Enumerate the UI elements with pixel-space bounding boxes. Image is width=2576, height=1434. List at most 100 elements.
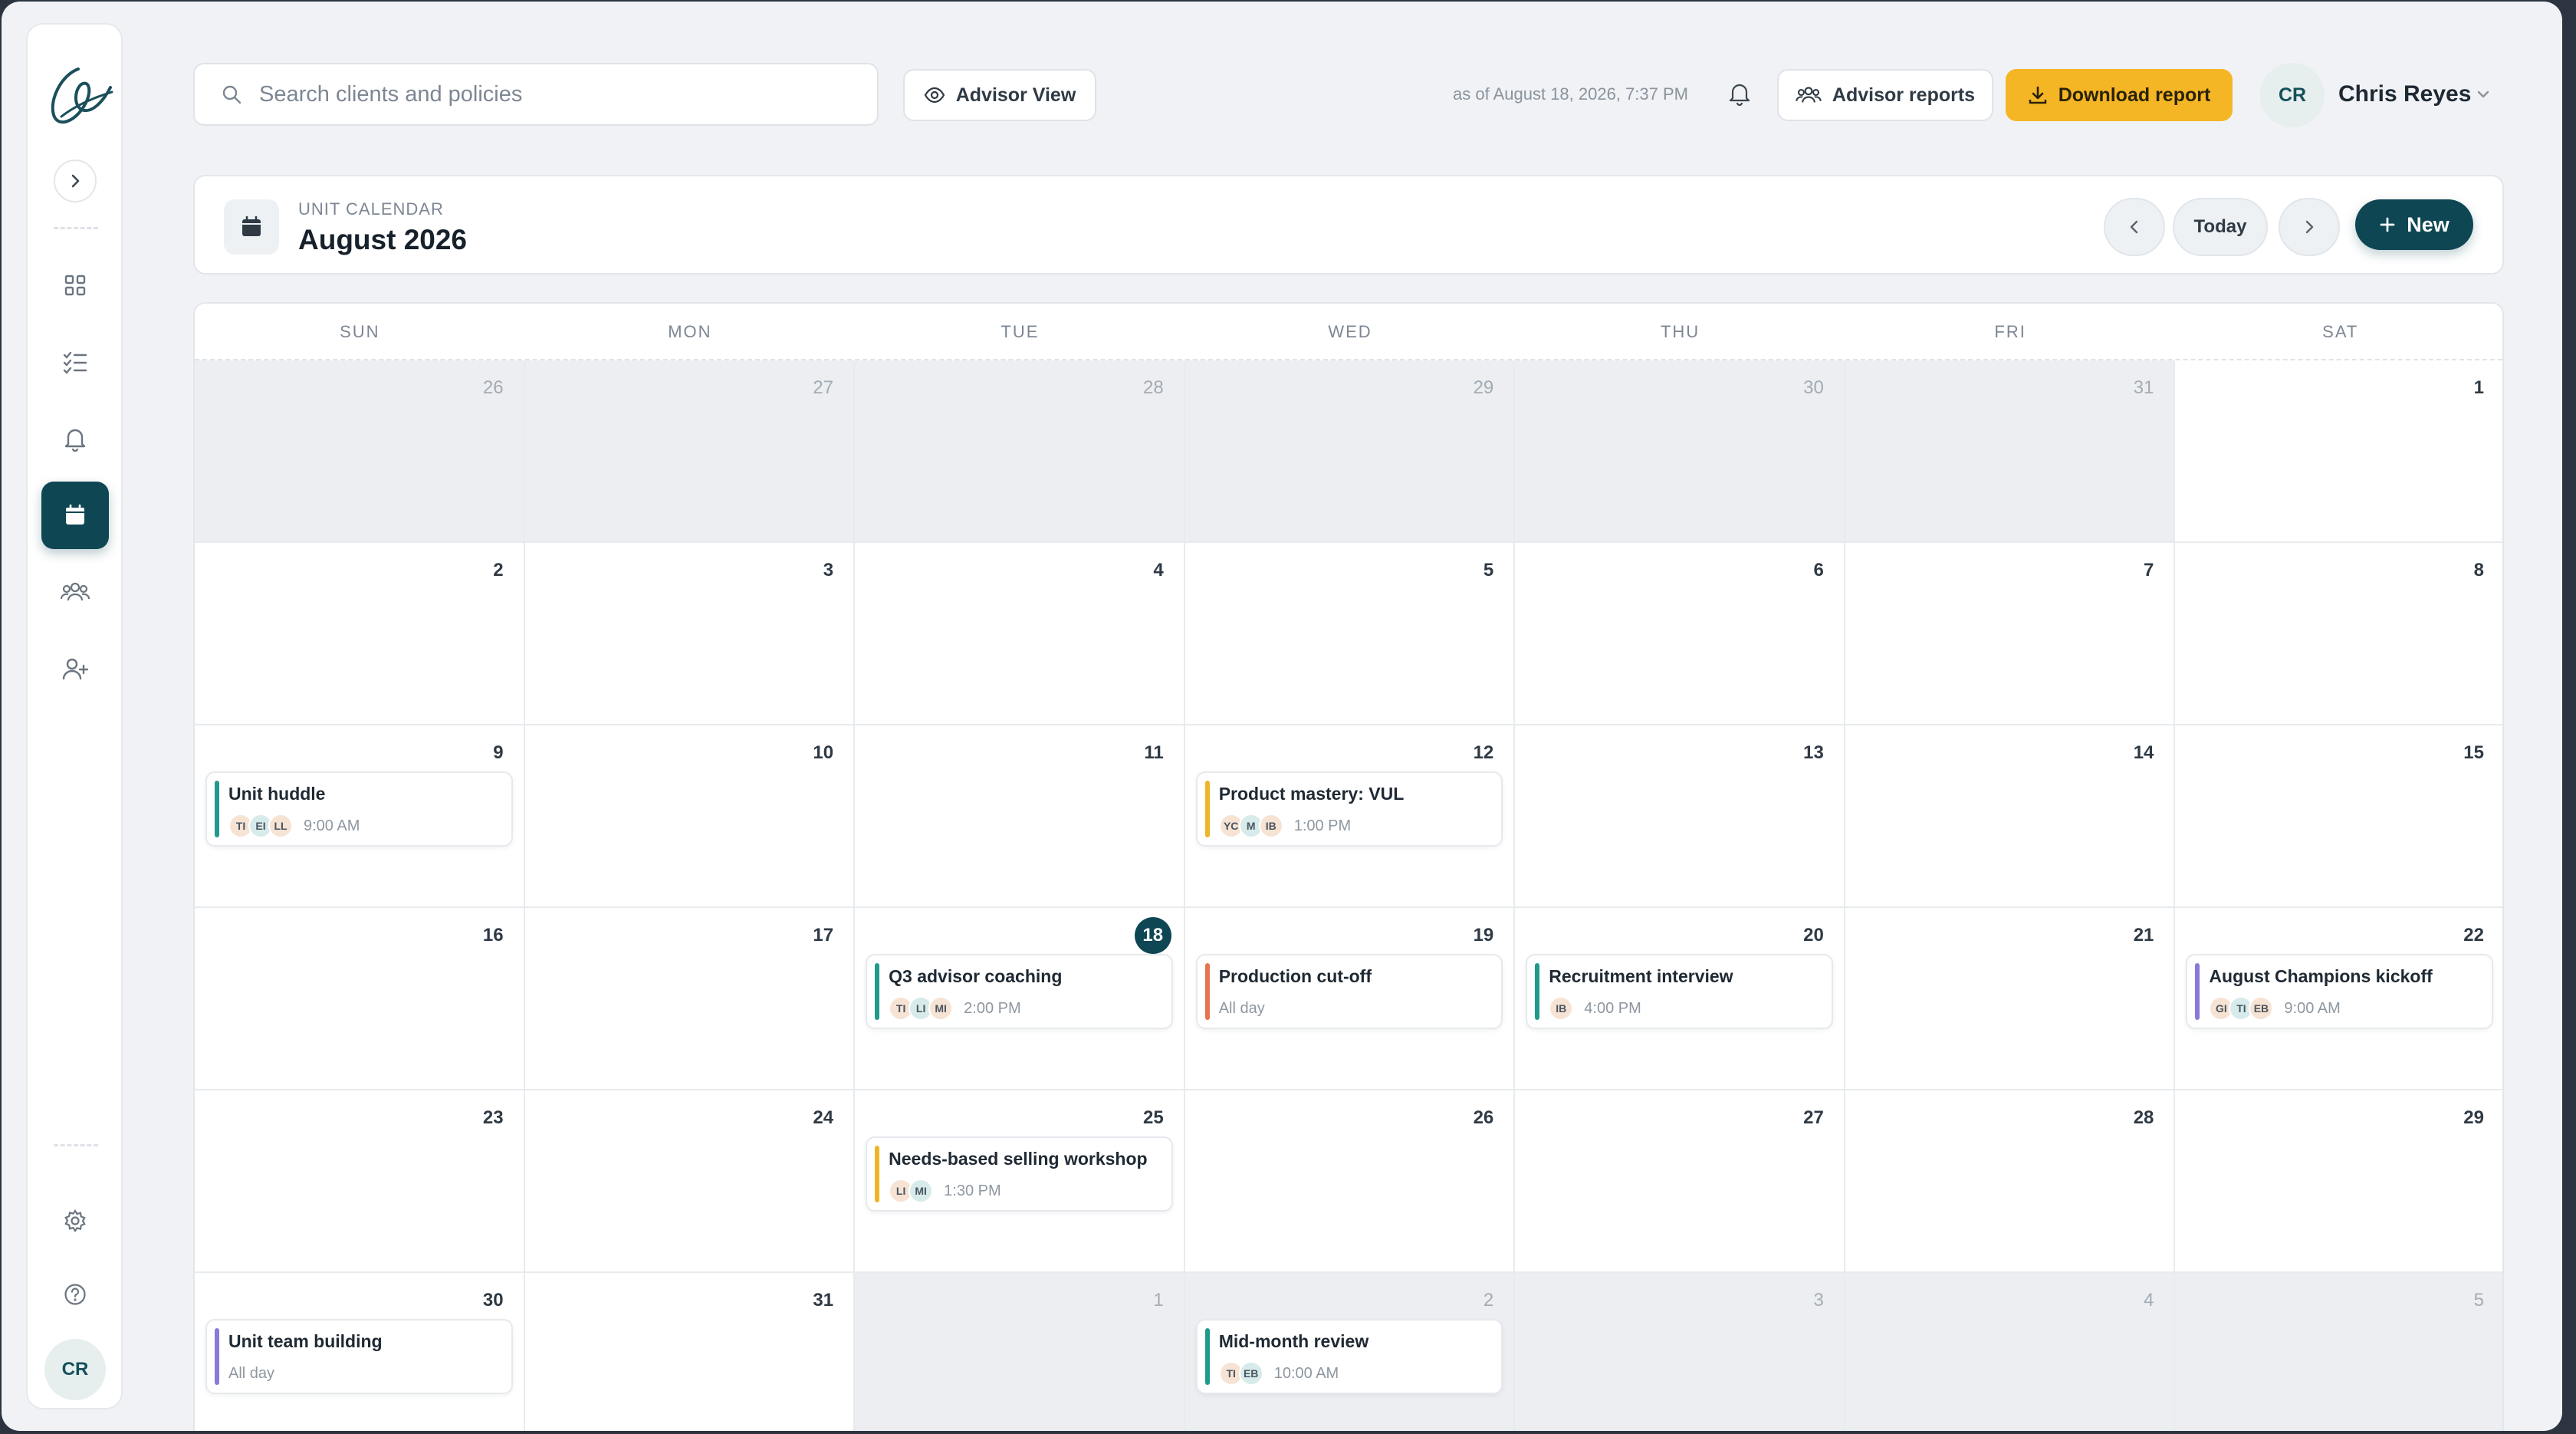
next-month-button[interactable] (2279, 198, 2340, 256)
day-cell[interactable]: 26 (1184, 1090, 1516, 1273)
day-cell[interactable]: 21 (1845, 908, 2176, 1090)
nav-settings[interactable] (41, 1187, 109, 1255)
day-cell[interactable]: 27 (1515, 1090, 1845, 1273)
advisor-view-button[interactable]: Advisor View (903, 69, 1096, 121)
bell-icon (1729, 84, 1750, 107)
date-number: 25 (1143, 1107, 1164, 1128)
day-cell[interactable]: 22 August Champions kickoff GI TI EB 9:00 AM (2175, 908, 2502, 1090)
day-cell[interactable]: 2 Mid-month review TI EB 10:00 AM (1184, 1273, 1516, 1431)
nav-help[interactable] (41, 1261, 109, 1328)
day-cell[interactable]: 14 (1845, 725, 2176, 908)
day-cell[interactable]: 3 (1515, 1273, 1845, 1431)
event-color-bar (2195, 963, 2200, 1020)
day-cell[interactable]: 31 (1845, 360, 2176, 543)
day-cell[interactable]: 12 Product mastery: VUL YC M IB 1:00 PM (1184, 725, 1516, 908)
day-cell[interactable]: 8 (2175, 543, 2502, 725)
notifications-button[interactable] (1728, 81, 1751, 110)
event-card[interactable]: Production cut-off All day (1195, 954, 1503, 1029)
bell-icon (64, 429, 86, 452)
help-icon (64, 1284, 86, 1305)
nav-add-advisor[interactable] (41, 635, 109, 702)
event-card[interactable]: Recruitment interview IB 4:00 PM (1526, 954, 1833, 1029)
day-cell[interactable]: 27 (524, 360, 856, 543)
attendee-avatar: EB (2249, 996, 2274, 1021)
previous-month-button[interactable] (2104, 198, 2165, 256)
event-card[interactable]: Unit huddle TI EI LL 9:00 AM (205, 771, 513, 847)
day-cell[interactable]: 18 Q3 advisor coaching TI LI MI 2:00 PM (855, 908, 1185, 1090)
day-cell[interactable]: 4 (1845, 1273, 2176, 1431)
nav-calendar[interactable] (41, 482, 109, 549)
event-card[interactable]: Unit team building All day (205, 1319, 513, 1394)
user-name[interactable]: Chris Reyes (2338, 81, 2471, 107)
day-cell[interactable]: 10 (524, 725, 856, 908)
date-number: 1 (2473, 377, 2484, 398)
nav-team[interactable] (41, 558, 109, 626)
sidebar-expand-button[interactable] (54, 160, 97, 202)
search-icon (222, 85, 242, 104)
day-cell[interactable]: 17 (524, 908, 856, 1090)
download-report-button[interactable]: Download report (2006, 69, 2233, 121)
app-window: CR Advisor View as of August 18, 2026, 7… (2, 2, 2562, 1431)
today-button[interactable]: Today (2173, 198, 2268, 256)
event-card[interactable]: Product mastery: VUL YC M IB 1:00 PM (1195, 771, 1503, 847)
as-of-timestamp: as of August 18, 2026, 7:37 PM (1453, 84, 1688, 104)
day-cell[interactable]: 30 Unit team building All day (195, 1273, 525, 1431)
event-card[interactable]: Mid-month review TI EB 10:00 AM (1195, 1319, 1503, 1394)
day-cell[interactable]: 30 (1515, 360, 1845, 543)
nav-dashboard[interactable] (41, 252, 109, 319)
event-card[interactable]: Needs-based selling workshop LI MI 1:30 PM (866, 1136, 1173, 1212)
event-meta: YC M IB 1:00 PM (1218, 813, 1352, 839)
date-number: 23 (482, 1107, 504, 1128)
brand-logo[interactable] (38, 52, 113, 136)
event-time: 1:00 PM (1293, 817, 1352, 834)
user-menu-toggle[interactable] (2475, 86, 2492, 107)
day-cell[interactable]: 26 (195, 360, 525, 543)
advisor-reports-button[interactable]: Advisor reports (1777, 69, 1993, 121)
user-avatar[interactable]: CR (44, 1339, 106, 1400)
day-cell[interactable]: 15 (2175, 725, 2502, 908)
date-number: 15 (2463, 742, 2484, 763)
nav-notifications[interactable] (41, 405, 109, 472)
day-cell[interactable]: 11 (855, 725, 1185, 908)
attendee-avatar: EB (1238, 1361, 1263, 1386)
event-time: 9:00 AM (304, 817, 360, 834)
day-cell[interactable]: 7 (1845, 543, 2176, 725)
event-card[interactable]: August Champions kickoff GI TI EB 9:00 AM (2186, 954, 2493, 1029)
day-cell[interactable]: 23 (195, 1090, 525, 1273)
day-cell[interactable]: 1 (2175, 360, 2502, 543)
day-cell[interactable]: 5 (2175, 1273, 2502, 1431)
search-input[interactable] (259, 81, 842, 107)
day-cell[interactable]: 20 Recruitment interview IB 4:00 PM (1515, 908, 1845, 1090)
date-number: 28 (1143, 377, 1164, 398)
event-title: August Champions kickoff (2209, 966, 2433, 986)
day-cell[interactable]: 3 (524, 543, 856, 725)
day-cell[interactable]: 9 Unit huddle TI EI LL 9:00 AM (195, 725, 525, 908)
day-cell[interactable]: 19 Production cut-off All day (1184, 908, 1516, 1090)
day-cell[interactable]: 24 (524, 1090, 856, 1273)
new-event-button[interactable]: New (2355, 199, 2473, 250)
day-cell[interactable]: 2 (195, 543, 525, 725)
search-box[interactable] (193, 63, 879, 126)
day-cell[interactable]: 6 (1515, 543, 1845, 725)
day-cell[interactable]: 16 (195, 908, 525, 1090)
day-cell[interactable]: 4 (855, 543, 1185, 725)
calendar-icon (66, 504, 84, 525)
date-number: 7 (2144, 560, 2154, 581)
day-cell[interactable]: 1 (855, 1273, 1185, 1431)
day-cell[interactable]: 29 (2175, 1090, 2502, 1273)
date-number: 21 (2133, 925, 2154, 946)
day-cell[interactable]: 28 (1845, 1090, 2176, 1273)
day-cell[interactable]: 5 (1184, 543, 1516, 725)
chevron-right-icon (71, 174, 80, 188)
date-number: 24 (813, 1107, 834, 1128)
day-cell[interactable]: 25 Needs-based selling workshop LI MI 1:30 P… (855, 1090, 1185, 1273)
day-cell[interactable]: 31 (524, 1273, 856, 1431)
day-cell[interactable]: 28 (855, 360, 1185, 543)
download-report-label: Download report (2058, 84, 2211, 106)
download-icon (2029, 86, 2046, 104)
day-cell[interactable]: 13 (1515, 725, 1845, 908)
day-cell[interactable]: 29 (1184, 360, 1516, 543)
user-avatar[interactable]: CR (2260, 63, 2325, 127)
event-card[interactable]: Q3 advisor coaching TI LI MI 2:00 PM (866, 954, 1173, 1029)
nav-tasks[interactable] (41, 328, 109, 396)
